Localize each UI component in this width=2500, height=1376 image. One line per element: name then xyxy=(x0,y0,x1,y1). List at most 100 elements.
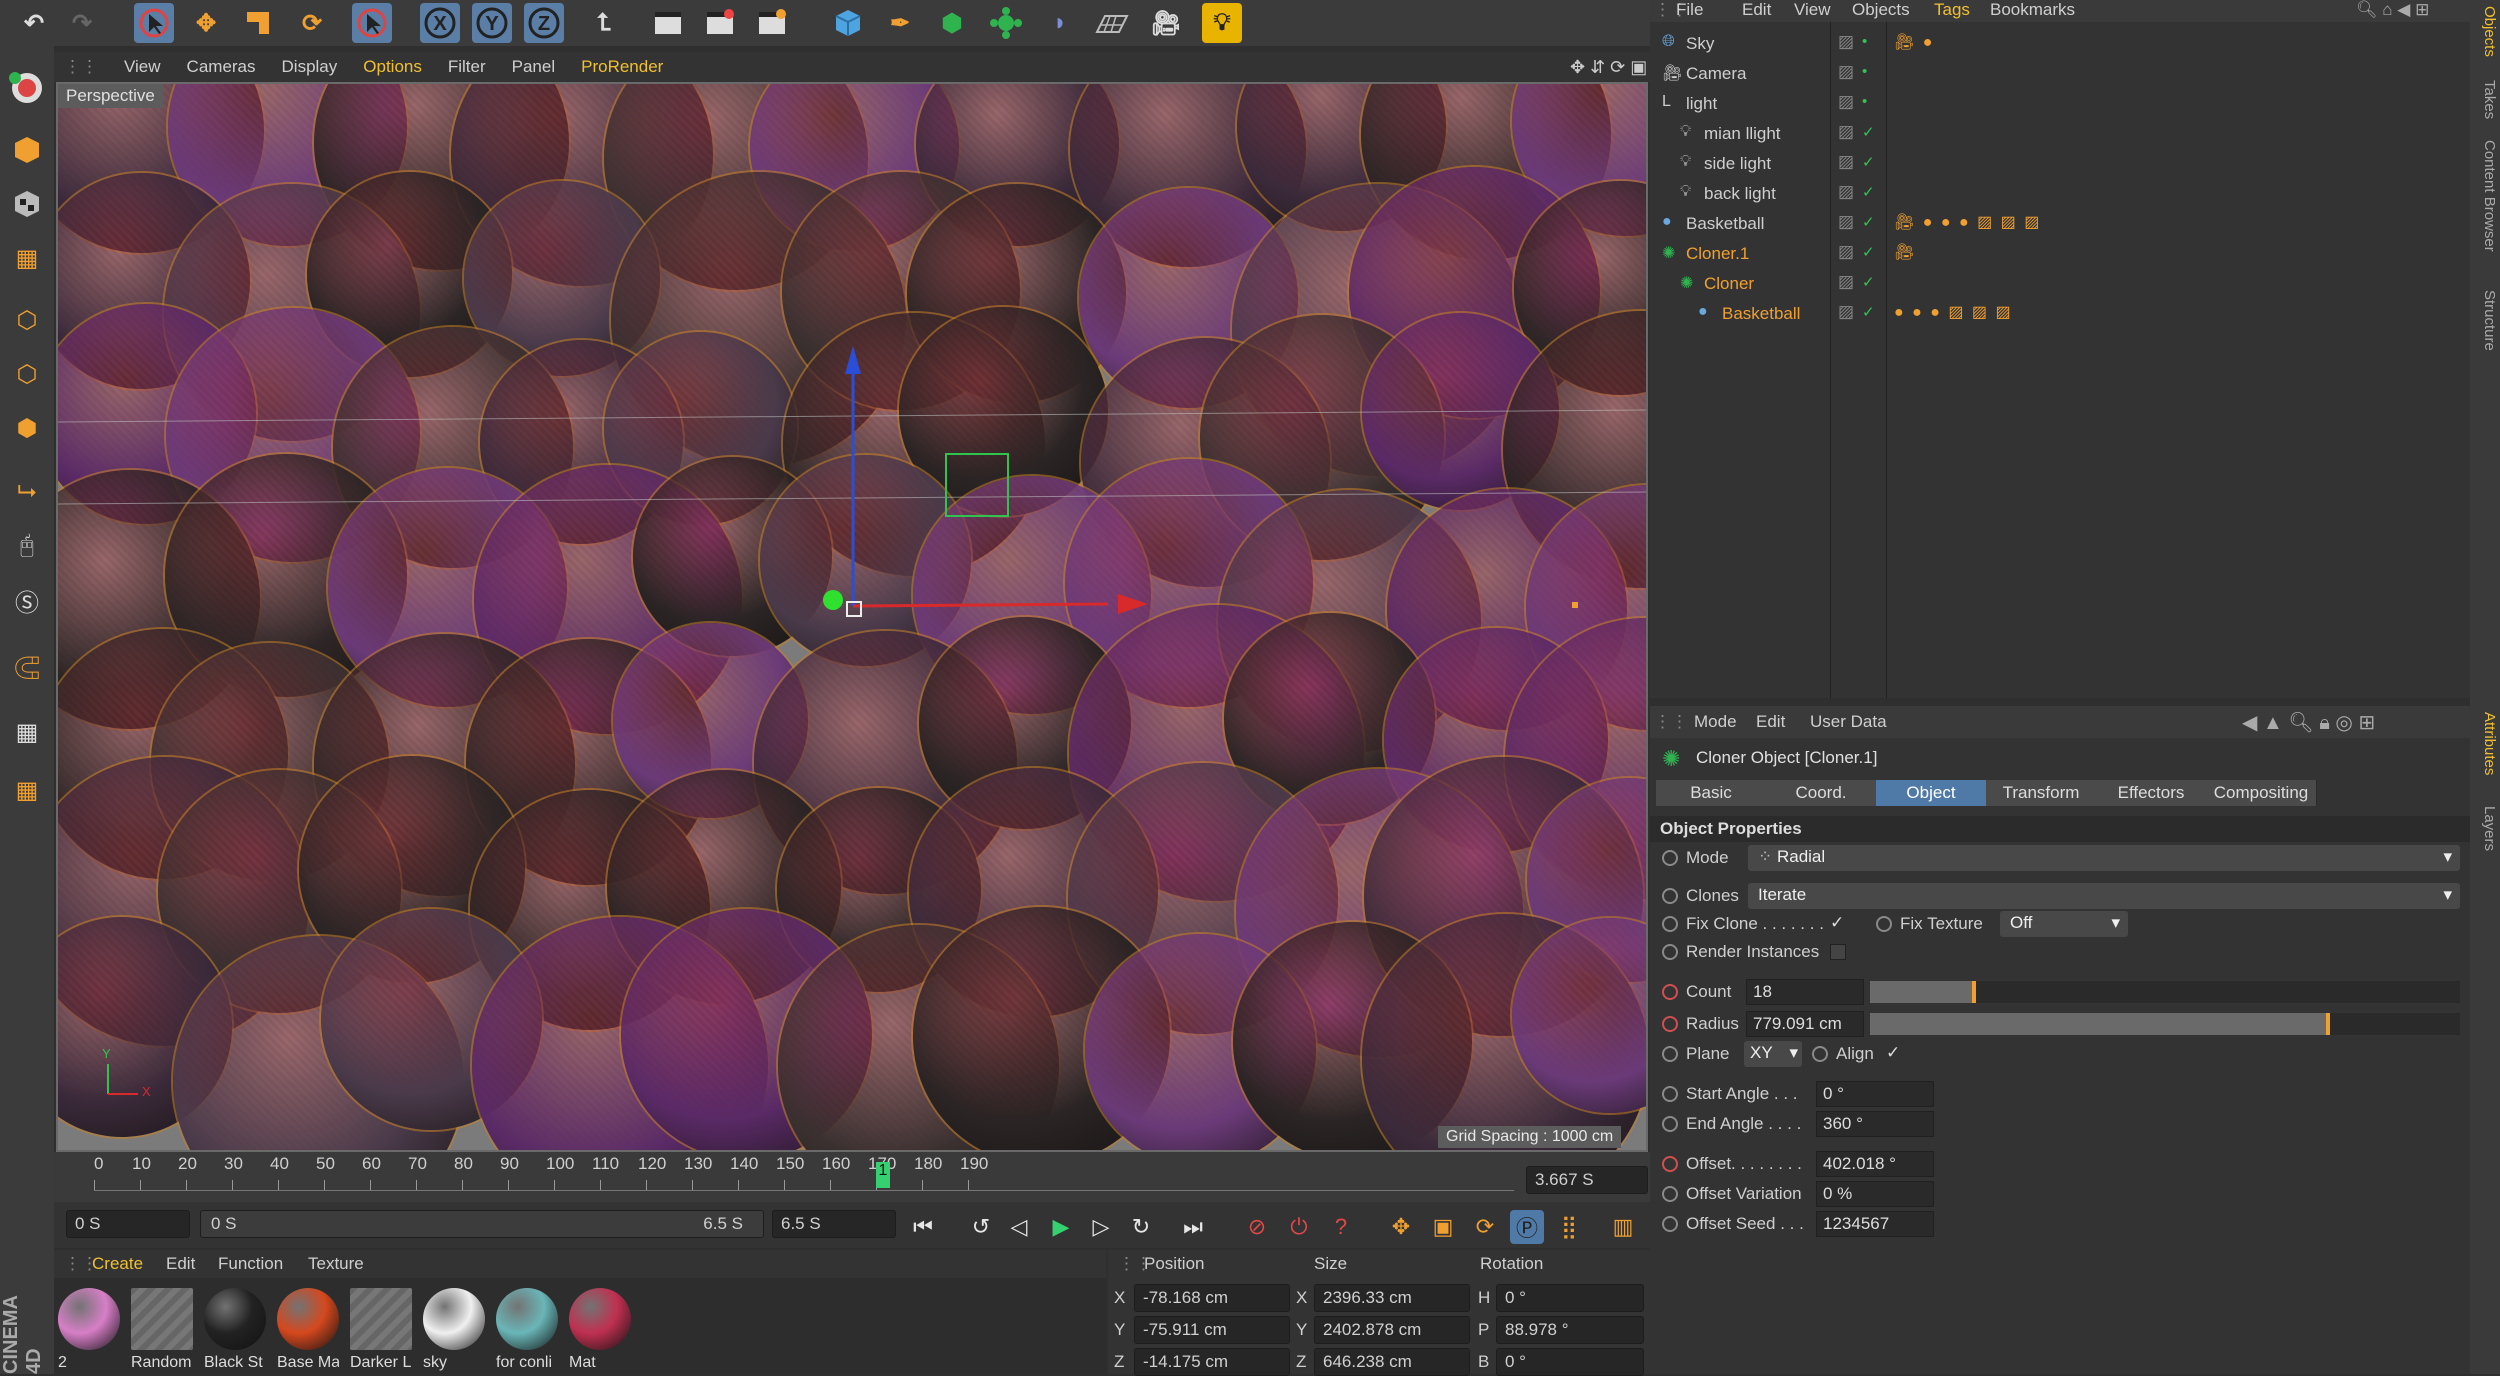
visibility-icon[interactable]: ▨ xyxy=(1838,242,1854,262)
om-menu-view[interactable]: View xyxy=(1794,0,1831,20)
visibility-icon[interactable]: ▨ xyxy=(1838,152,1854,172)
redo-icon[interactable]: ↷ xyxy=(62,3,102,43)
visibility-icon[interactable]: ▨ xyxy=(1838,272,1854,292)
position-field[interactable]: -75.911 cm xyxy=(1134,1316,1290,1344)
play-icon[interactable]: ▶ xyxy=(1044,1210,1078,1244)
enable-check-icon[interactable]: ✓ xyxy=(1862,123,1875,141)
start-angle-field[interactable]: 0 ° xyxy=(1816,1081,1934,1107)
solo-icon[interactable]: Ⓢ xyxy=(4,578,50,622)
pen-spline-icon[interactable]: ✒ xyxy=(880,3,920,43)
tab-objects[interactable]: Objects xyxy=(2472,6,2498,57)
tab-takes[interactable]: Takes xyxy=(2472,80,2498,119)
visibility-icon[interactable]: ▨ xyxy=(1838,302,1854,322)
position-field[interactable]: -78.168 cm xyxy=(1134,1284,1290,1312)
tag-icons[interactable]: ● ● ● ▨ ▨ ▨ xyxy=(1894,302,2013,322)
visibility-icon[interactable]: ▨ xyxy=(1838,32,1854,52)
animate-toggle[interactable] xyxy=(1812,1046,1828,1062)
clones-dropdown[interactable]: Iterate ▾ xyxy=(1748,883,2460,909)
enable-check-icon[interactable]: ✓ xyxy=(1862,303,1875,321)
render-settings-icon[interactable] xyxy=(752,3,792,43)
camera-icon[interactable]: 🎥︎ xyxy=(1146,3,1186,43)
floor-icon[interactable] xyxy=(1092,3,1132,43)
edges-mode-icon[interactable]: ⬡ xyxy=(4,352,50,396)
make-editable-icon[interactable] xyxy=(4,64,50,108)
viewport[interactable]: Perspective Grid Spacing : 1000 cm Y X xyxy=(56,82,1648,1152)
previous-frame-icon[interactable]: ◁ xyxy=(1002,1210,1036,1244)
points-mode-icon[interactable]: ⬡ xyxy=(4,298,50,342)
animate-toggle[interactable] xyxy=(1876,916,1892,932)
om-menu-objects[interactable]: Objects xyxy=(1852,0,1910,20)
deformer-icon[interactable]: ◗ xyxy=(1040,3,1080,43)
am-toolbar-icons[interactable]: ◀ ▲ 🔍︎ 🔒︎ ◎ ⊞ xyxy=(2242,710,2375,735)
material-menu-create[interactable]: Create xyxy=(92,1254,143,1274)
render-instances-checkbox[interactable] xyxy=(1830,944,1846,960)
undo-icon[interactable]: ↶ xyxy=(14,3,54,43)
go-to-start-icon[interactable]: ⏮ xyxy=(906,1210,940,1244)
next-key-icon[interactable]: ↻ xyxy=(1124,1210,1158,1244)
enable-snap-lock-icon[interactable]: ▦ xyxy=(4,710,50,754)
enable-check-icon[interactable]: ✓ xyxy=(1862,213,1875,231)
om-toolbar-icons[interactable]: 🔍︎ ⌂ ◀ ⊞ xyxy=(2356,0,2429,20)
count-slider[interactable] xyxy=(1870,981,2460,1003)
z-axis-lock-icon[interactable]: Z xyxy=(524,3,564,43)
tab-compositing[interactable]: Compositing xyxy=(2206,780,2317,806)
tag-icons[interactable]: 🎥︎ ● ● ● ▨ ▨ ▨ xyxy=(1894,212,2041,232)
object-row[interactable]: ✺ Cloner ▨ ✓ xyxy=(1650,270,2470,300)
enable-check-icon[interactable]: • xyxy=(1862,93,1867,110)
plane-dropdown[interactable]: XY ▾ xyxy=(1744,1041,1802,1067)
rotation-field[interactable]: 0 ° xyxy=(1496,1284,1644,1312)
move-tool-icon[interactable]: ✥ xyxy=(186,3,226,43)
quantize-icon[interactable]: ▦ xyxy=(4,768,50,812)
material-menu-edit[interactable]: Edit xyxy=(166,1254,195,1274)
y-axis-lock-icon[interactable]: Y xyxy=(472,3,512,43)
object-row[interactable]: 🌐︎ Sky ▨ • xyxy=(1650,30,2470,60)
object-row[interactable]: ● Basketball ▨ ✓ xyxy=(1650,210,2470,240)
count-field[interactable]: 18 xyxy=(1746,979,1864,1005)
am-menu-edit[interactable]: Edit xyxy=(1756,712,1785,732)
align-checkbox[interactable]: ✓ xyxy=(1886,1043,1900,1063)
enable-check-icon[interactable]: • xyxy=(1862,63,1867,80)
am-menu-mode[interactable]: Mode xyxy=(1694,712,1737,732)
end-angle-field[interactable]: 360 ° xyxy=(1816,1111,1934,1137)
next-frame-icon[interactable]: ▷ xyxy=(1084,1210,1118,1244)
material-swatch[interactable]: Random xyxy=(131,1288,193,1374)
key-pla-icon[interactable]: ⣿ xyxy=(1552,1210,1586,1244)
rotate-tool-icon[interactable]: ⟳ xyxy=(292,3,332,43)
animate-toggle[interactable] xyxy=(1662,1116,1678,1132)
position-field[interactable]: -14.175 cm xyxy=(1134,1348,1290,1376)
enable-check-icon[interactable]: ✓ xyxy=(1862,243,1875,261)
tab-coord[interactable]: Coord. xyxy=(1766,780,1877,806)
offset-seed-field[interactable]: 1234567 xyxy=(1816,1211,1934,1237)
record-keys-icon[interactable]: ⊘ xyxy=(1240,1210,1274,1244)
viewport-menu-filter[interactable]: Filter xyxy=(448,57,486,77)
material-swatch[interactable]: 2 xyxy=(58,1288,120,1374)
material-swatch[interactable]: Black St xyxy=(204,1288,266,1374)
model-mode-icon[interactable] xyxy=(4,128,50,172)
om-menu-file[interactable]: File xyxy=(1676,0,1703,20)
select-tool-icon[interactable] xyxy=(134,3,174,43)
viewport-menu-options[interactable]: Options xyxy=(363,57,422,77)
snap-icon[interactable]: 🧲︎ xyxy=(4,646,50,690)
object-row[interactable]: Llight ▨ • xyxy=(1650,90,2470,120)
animate-toggle[interactable] xyxy=(1662,888,1678,904)
coordinate-system-icon[interactable]: ⮤ xyxy=(584,3,624,43)
render-view-icon[interactable] xyxy=(648,3,688,43)
key-rotation-icon[interactable]: ⟳ xyxy=(1468,1210,1502,1244)
om-menu-bookmarks[interactable]: Bookmarks xyxy=(1990,0,2075,20)
keyframe-selection-icon[interactable]: ? xyxy=(1324,1210,1358,1244)
animate-toggle[interactable] xyxy=(1662,1186,1678,1202)
texture-mode-icon[interactable] xyxy=(4,182,50,226)
fix-clone-checkbox[interactable]: ✓ xyxy=(1830,913,1844,933)
material-swatch[interactable]: Base Ma xyxy=(277,1288,339,1374)
subdivision-icon[interactable]: ⬢ xyxy=(932,3,972,43)
enable-check-icon[interactable]: ✓ xyxy=(1862,153,1875,171)
material-menu-function[interactable]: Function xyxy=(218,1254,283,1274)
animate-toggle[interactable] xyxy=(1662,1086,1678,1102)
animate-toggle[interactable] xyxy=(1662,850,1678,866)
rotation-field[interactable]: 0 ° xyxy=(1496,1348,1644,1376)
material-swatch[interactable]: for conli xyxy=(496,1288,558,1374)
go-to-end-icon[interactable]: ⏭ xyxy=(1176,1210,1210,1244)
visibility-icon[interactable]: ▨ xyxy=(1838,182,1854,202)
material-swatch[interactable]: Mat xyxy=(569,1288,631,1374)
material-swatch[interactable]: Darker L xyxy=(350,1288,412,1374)
